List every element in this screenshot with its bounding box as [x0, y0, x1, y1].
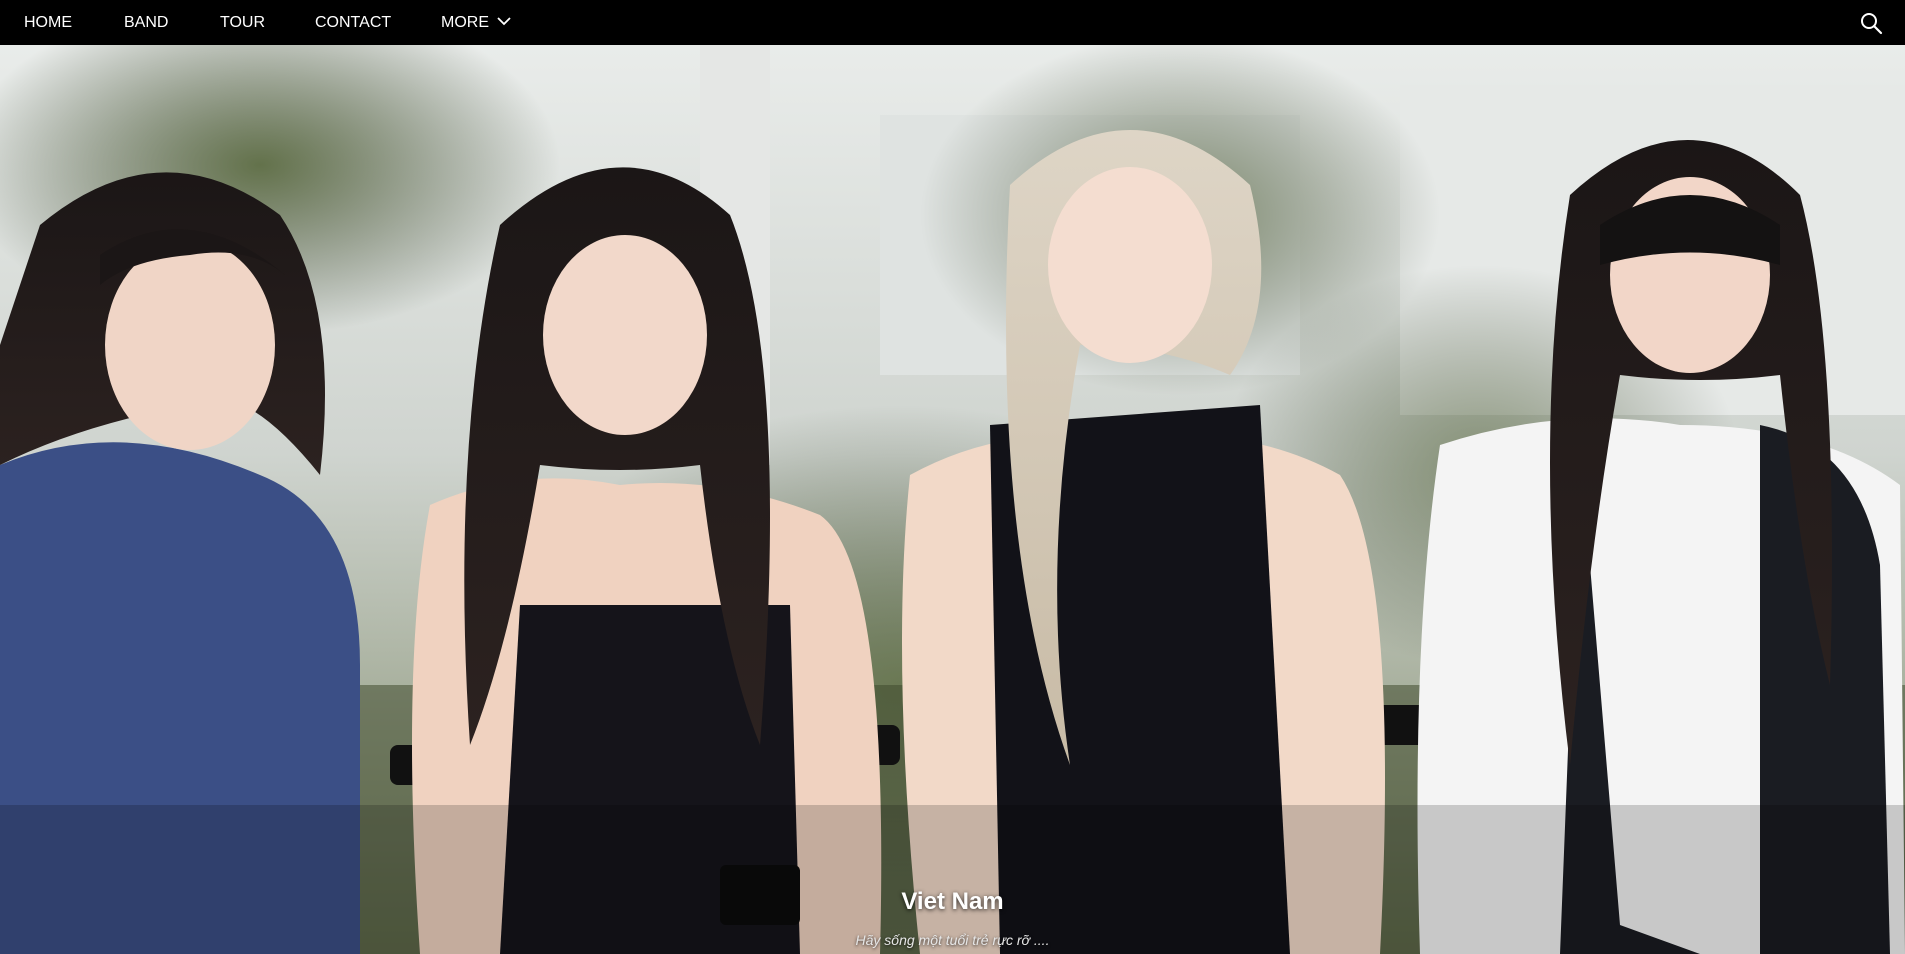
slide-title: Viet Nam: [901, 888, 1004, 915]
nav-band[interactable]: BAND: [124, 0, 168, 45]
nav-home[interactable]: HOME: [24, 0, 72, 45]
chevron-down-icon: [497, 17, 512, 26]
nav-tour[interactable]: TOUR: [220, 0, 265, 45]
hero-photo: [0, 45, 1905, 954]
hero-slide: Viet Nam Hãy sống một tuổi trẻ rực rỡ ..…: [0, 45, 1905, 954]
nav-contact[interactable]: CONTACT: [315, 0, 391, 45]
slide-subtitle: Hãy sống một tuổi trẻ rực rỡ ....: [855, 932, 1050, 948]
search-icon[interactable]: [1859, 11, 1883, 35]
top-navigation: HOME BAND TOUR CONTACT MORE: [0, 0, 1905, 45]
nav-more-label: MORE: [441, 14, 489, 31]
nav-more[interactable]: MORE: [441, 0, 512, 45]
